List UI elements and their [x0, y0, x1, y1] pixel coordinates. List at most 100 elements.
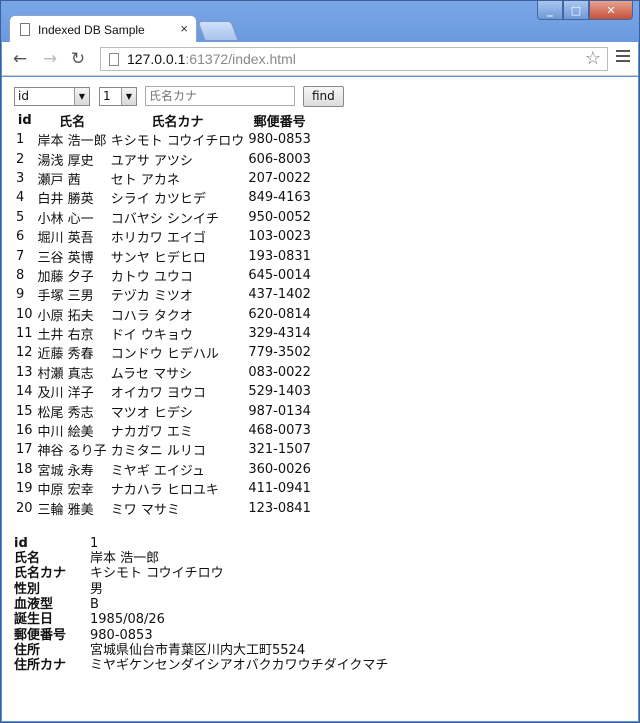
table-cell: 手塚 三男: [37, 289, 94, 305]
kana-search-input[interactable]: [145, 86, 295, 106]
detail-value: キシモト コウイチロウ: [90, 566, 224, 582]
new-tab-button[interactable]: [197, 21, 239, 41]
tab-title: Indexed DB Sample: [38, 22, 145, 37]
table-cell: ムラセ マサシ: [110, 366, 193, 382]
count-select[interactable]: 1 ▼: [99, 86, 137, 106]
column-header: 氏名カナ: [151, 115, 204, 130]
table-cell: ナカガワ エミ: [110, 425, 193, 441]
results-table: id 氏名 氏名カナ 郵便番号 1 岸本 浩一郎 キシモト コウイチロウ 980-0853 2…: [14, 111, 313, 518]
table-row[interactable]: 17 神谷 るり子 カミタニ ルリコ 321-1507: [14, 440, 313, 459]
table-row[interactable]: 1 岸本 浩一郎 キシモト コウイチロウ 980-0853: [14, 130, 313, 149]
table-row[interactable]: 5 小林 心一 コバヤシ シンイチ 950-0052: [14, 208, 313, 227]
minimize-button[interactable]: _: [537, 1, 563, 20]
detail-label: 郵便番号: [14, 627, 67, 643]
table-row[interactable]: 18 宮城 永寿 ミヤギ エイジュ 360-0026: [14, 460, 313, 479]
table-row[interactable]: 8 加藤 夕子 カトウ ユウコ 645-0014: [14, 266, 313, 285]
table-cell: 849-4163: [248, 190, 311, 206]
detail-value: 男: [90, 581, 104, 597]
record-detail: id 1 氏名 岸本 浩一郎 氏名カナ キシモト コウイチロウ 性別 男血液型 B 誕生日 1985…: [14, 536, 626, 674]
table-row[interactable]: 4 白井 勝英 シライ カツヒデ 849-4163: [14, 188, 313, 207]
table-row[interactable]: 2 湯浅 厚史 ユアサ アツシ 606-8003: [14, 149, 313, 169]
detail-value: 1985/08/26: [90, 612, 165, 628]
table-cell: 645-0014: [248, 267, 311, 283]
table-cell: 15: [16, 403, 33, 419]
table-cell: 中川 絵美: [37, 425, 94, 441]
table-row[interactable]: 7 三谷 英博 サンヤ ヒデヒロ 193-0831: [14, 246, 313, 266]
chevron-down-icon: ▼: [121, 87, 136, 105]
reload-icon[interactable]: ↻: [68, 49, 88, 69]
detail-row: 住所カナ ミヤギケンセンダイシアオバクカワウチダイクマチ: [14, 658, 626, 673]
table-row[interactable]: 14 及川 洋子 オイカワ ヨウコ 529-1403: [14, 382, 313, 401]
field-select[interactable]: id ▼: [14, 86, 90, 106]
address-bar[interactable]: 127.0.0.1 :61372/index.html ☆: [100, 47, 608, 71]
table-cell: 20: [16, 500, 33, 516]
find-button[interactable]: find: [303, 85, 344, 107]
table-cell: 岸本 浩一郎: [37, 134, 107, 150]
close-window-button[interactable]: ✕: [589, 1, 633, 20]
table-cell: 17: [16, 442, 33, 458]
table-cell: 468-0073: [248, 423, 311, 439]
column-header: 郵便番号: [253, 115, 306, 130]
search-controls: id ▼ 1 ▼ find: [14, 85, 626, 107]
table-cell: 近藤 秀春: [37, 347, 94, 363]
table-row[interactable]: 16 中川 絵美 ナカガワ エミ 468-0073: [14, 421, 313, 440]
table-row[interactable]: 13 村瀬 真志 ムラセ マサシ 083-0022: [14, 363, 313, 382]
table-cell: 神谷 るり子: [37, 444, 107, 460]
table-row[interactable]: 6 堀川 英吾 ホリカワ エイゴ 103-0023: [14, 227, 313, 246]
table-cell: 321-1507: [248, 442, 311, 458]
detail-label: 血液型: [14, 597, 54, 612]
table-cell: 土井 右京: [37, 328, 94, 344]
table-cell: 村瀬 真志: [37, 366, 94, 382]
table-cell: 瀬戸 茜: [37, 172, 81, 188]
table-cell: 19: [16, 481, 33, 497]
detail-value: B: [90, 597, 99, 612]
table-cell: 中原 宏幸: [37, 483, 94, 499]
field-select-value: id: [18, 89, 29, 103]
column-header: id: [17, 113, 32, 128]
detail-row: 血液型 B: [14, 597, 626, 612]
table-row[interactable]: 3 瀬戸 茜 セト アカネ 207-0022: [14, 169, 313, 188]
bookmark-star-icon[interactable]: ☆: [585, 48, 601, 69]
table-cell: 8: [16, 267, 25, 283]
table-cell: 白井 勝英: [37, 192, 94, 208]
table-row[interactable]: 12 近藤 秀春 コンドウ ヒデハル 779-3502: [14, 343, 313, 362]
table-row[interactable]: 15 松尾 秀志 マツオ ヒデシ 987-0134: [14, 401, 313, 421]
table-cell: 18: [16, 461, 33, 477]
url-path: :61372/index.html: [185, 51, 296, 67]
page-content: id ▼ 1 ▼ find id氏名氏名カナ郵便番号 1岸本 浩一郎キシモト コ…: [2, 77, 638, 721]
table-cell: 987-0134: [248, 403, 311, 419]
table-cell: 083-0022: [248, 364, 311, 380]
table-cell: 950-0052: [248, 209, 311, 225]
table-cell: 980-0853: [248, 132, 311, 148]
table-cell: 779-3502: [248, 345, 311, 361]
browser-tab[interactable]: Indexed DB Sample ×: [9, 15, 197, 43]
detail-value: 980-0853: [90, 627, 153, 643]
table-cell: テヅカ ミツオ: [110, 289, 193, 305]
table-cell: サンヤ ヒデヒロ: [110, 250, 206, 266]
table-cell: コハラ タクオ: [110, 308, 193, 324]
table-cell: ホリカワ エイゴ: [110, 231, 206, 247]
table-row[interactable]: 10 小原 拓夫 コハラ タクオ 620-0814: [14, 305, 313, 324]
maximize-button[interactable]: □: [563, 1, 589, 20]
table-row[interactable]: 19 中原 宏幸 ナカハラ ヒロユキ 411-0941: [14, 479, 313, 498]
back-arrow-icon[interactable]: ←: [10, 49, 30, 69]
table-row[interactable]: 11 土井 右京 ドイ ウキョウ 329-4314: [14, 324, 313, 343]
detail-label: 氏名: [14, 551, 41, 567]
table-row[interactable]: 9 手塚 三男 テヅカ ミツオ 437-1402: [14, 285, 313, 304]
table-row[interactable]: 20 三輪 雅美 ミワ マサミ 123-0841: [14, 498, 313, 518]
menu-icon[interactable]: [616, 50, 630, 65]
toolbar: ← → ↻ 127.0.0.1 :61372/index.html ☆: [2, 42, 638, 76]
table-header-row: id 氏名 氏名カナ 郵便番号: [14, 111, 313, 130]
detail-value: 1: [90, 535, 99, 551]
table-cell: 9: [16, 287, 25, 303]
table-cell: 10: [16, 306, 33, 322]
detail-row: 住所 宮城県仙台市青葉区川内大工町5524: [14, 643, 626, 658]
table-cell: 437-1402: [248, 287, 311, 303]
forward-arrow-icon[interactable]: →: [40, 49, 60, 69]
tab-close-icon[interactable]: ×: [180, 21, 188, 36]
table-cell: 360-0026: [248, 461, 311, 477]
detail-label: 住所: [14, 642, 41, 658]
table-body: 1 岸本 浩一郎 キシモト コウイチロウ 980-0853 2 湯浅 厚史 ユアサ アツシ 6…: [14, 130, 313, 518]
table-cell: マツオ ヒデシ: [110, 405, 193, 421]
table-cell: 411-0941: [248, 481, 311, 497]
